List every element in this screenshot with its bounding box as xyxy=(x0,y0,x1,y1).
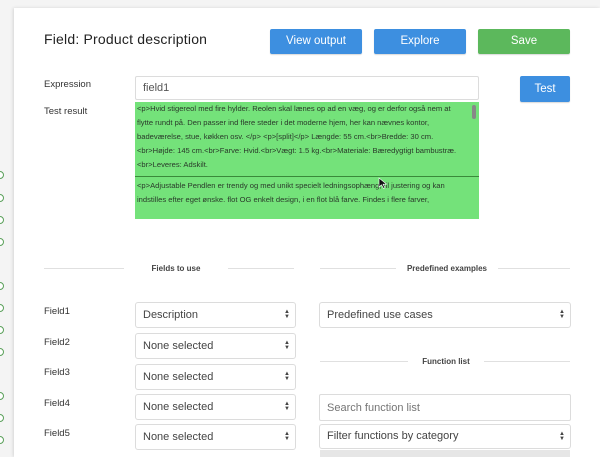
save-button[interactable]: Save xyxy=(478,29,570,54)
function-list-heading: Function list xyxy=(422,357,470,366)
field1-select-value: Description xyxy=(143,309,199,321)
marker-dot xyxy=(0,282,4,290)
field3-label: Field3 xyxy=(44,367,70,378)
function-list-area xyxy=(320,450,570,457)
field2-select-value: None selected xyxy=(143,340,214,352)
field5-select-value: None selected xyxy=(143,431,214,443)
field3-select-value: None selected xyxy=(143,371,214,383)
marker-dot xyxy=(0,238,4,246)
field4-label: Field4 xyxy=(44,398,70,409)
select-arrows-icon: ▲ ▼ xyxy=(284,401,290,412)
page-title: Field: Product description xyxy=(44,31,208,47)
test-result-label: Test result xyxy=(44,106,88,117)
field1-label: Field1 xyxy=(44,306,70,317)
field4-select-value: None selected xyxy=(143,401,214,413)
test-result-output[interactable]: <p>Hvid stigereol med fire hylder. Reole… xyxy=(135,102,479,219)
divider xyxy=(228,268,294,269)
explore-button[interactable]: Explore xyxy=(374,29,466,54)
divider xyxy=(320,361,408,362)
field4-select[interactable]: None selected ▲ ▼ xyxy=(135,394,296,420)
divider xyxy=(320,268,396,269)
result-separator xyxy=(135,176,479,177)
divider xyxy=(484,361,570,362)
marker-dot xyxy=(0,392,4,400)
expression-label: Expression xyxy=(44,79,91,90)
field3-select[interactable]: None selected ▲ ▼ xyxy=(135,364,296,390)
result-scrollbar[interactable] xyxy=(472,105,476,119)
select-arrows-icon: ▲ ▼ xyxy=(284,431,290,442)
divider xyxy=(44,268,124,269)
function-search-input[interactable] xyxy=(319,394,571,421)
mouse-cursor-icon xyxy=(378,177,388,189)
field5-label: Field5 xyxy=(44,428,70,439)
expression-input[interactable]: field1 xyxy=(135,76,479,100)
test-button[interactable]: Test xyxy=(520,76,570,102)
predefined-examples-heading: Predefined examples xyxy=(406,264,488,273)
field5-select[interactable]: None selected ▲ ▼ xyxy=(135,424,296,450)
select-arrows-icon: ▲ ▼ xyxy=(284,340,290,351)
result-block-1: <p>Hvid stigereol med fire hylder. Reole… xyxy=(137,104,457,169)
marker-dot xyxy=(0,414,4,422)
select-arrows-icon: ▲ ▼ xyxy=(284,309,290,320)
field1-select[interactable]: Description ▲ ▼ xyxy=(135,302,296,328)
marker-dot xyxy=(0,304,4,312)
predefined-select-value: Predefined use cases xyxy=(327,309,433,321)
marker-dot xyxy=(0,171,4,179)
marker-dot xyxy=(0,216,4,224)
marker-dot xyxy=(0,436,4,444)
field2-label: Field2 xyxy=(44,337,70,348)
fields-to-use-heading: Fields to use xyxy=(151,264,201,273)
function-category-value: Filter functions by category xyxy=(327,430,459,442)
field2-select[interactable]: None selected ▲ ▼ xyxy=(135,333,296,359)
divider xyxy=(498,268,570,269)
select-arrows-icon: ▲ ▼ xyxy=(559,430,565,442)
result-block-2: <p>Adjustable Pendlen er trendy og med u… xyxy=(137,181,445,204)
view-output-button[interactable]: View output xyxy=(270,29,362,54)
predefined-use-cases-select[interactable]: Predefined use cases ▲ ▼ xyxy=(319,302,571,328)
marker-dot xyxy=(0,194,4,202)
select-arrows-icon: ▲ ▼ xyxy=(559,309,565,320)
function-category-select[interactable]: Filter functions by category ▲ ▼ xyxy=(319,424,571,449)
left-edge-markers xyxy=(0,0,8,457)
select-arrows-icon: ▲ ▼ xyxy=(284,371,290,382)
marker-dot xyxy=(0,326,4,334)
marker-dot xyxy=(0,348,4,356)
